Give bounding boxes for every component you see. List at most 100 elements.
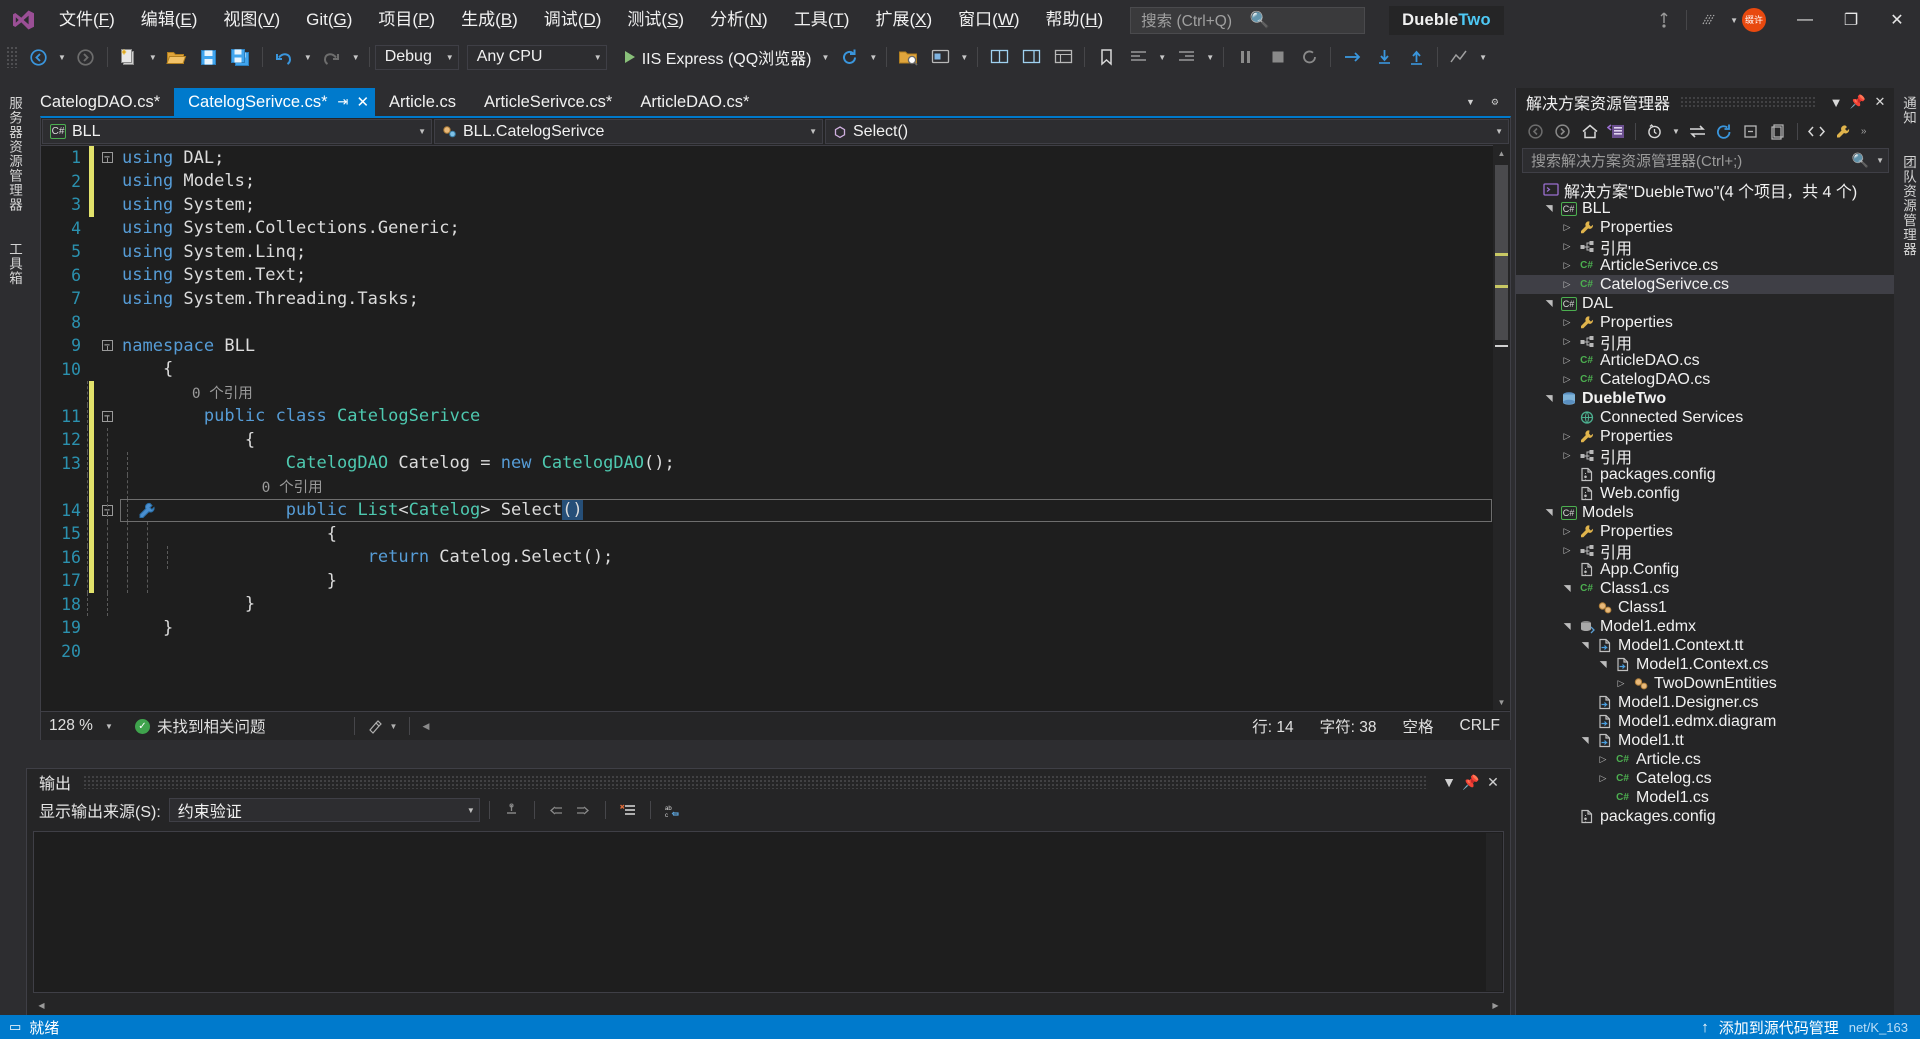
expand-arrow-closed-icon[interactable]: ▷	[1558, 279, 1576, 290]
step-out-icon[interactable]	[1400, 43, 1432, 71]
expand-arrow-open-icon[interactable]: ◢	[1544, 295, 1555, 313]
panel-pin-icon[interactable]: 📌	[1847, 94, 1869, 110]
chevron-down-icon[interactable]: ▼	[1876, 156, 1884, 165]
redo-dropdown-icon[interactable]: ▼	[348, 43, 364, 71]
solution-explorer-search[interactable]: 搜索解决方案资源管理器(Ctrl+;) 🔍 ▼	[1522, 148, 1889, 173]
panel-drag-grip[interactable]	[83, 775, 1426, 789]
menu-item-4[interactable]: 项目(P)	[365, 0, 448, 40]
output-toggle-word-wrap-icon[interactable]: ab c	[660, 798, 686, 822]
sync-icon[interactable]	[1684, 118, 1711, 144]
quick-actions-wrench-icon[interactable]	[138, 502, 155, 519]
user-avatar[interactable]: 缀许	[1742, 8, 1766, 32]
output-horizontal-scrollbar[interactable]: ◀ ▶	[33, 997, 1504, 1013]
code-line[interactable]: 12 {	[41, 428, 1510, 452]
tab-settings-gear-icon[interactable]: ⚙	[1483, 97, 1507, 108]
code-line[interactable]: 7 using System.Threading.Tasks;	[41, 287, 1510, 311]
indent-left-dropdown-icon[interactable]: ▼	[1154, 43, 1170, 71]
solution-tree-item[interactable]: ▷ 引用	[1516, 237, 1895, 258]
code-line[interactable]: 2 using Models;	[41, 169, 1510, 193]
start-debugging-dropdown-icon[interactable]: ▼	[818, 43, 834, 71]
code-line[interactable]: 10 {	[41, 358, 1510, 382]
code-line[interactable]: 5 using System.Linq;	[41, 240, 1510, 264]
panel-drag-grip[interactable]	[1680, 96, 1815, 108]
code-text-area[interactable]: 1−using DAL;2using Models;3using System;…	[41, 146, 1510, 711]
output-source-combo[interactable]: 约束验证 ▼	[168, 798, 480, 822]
code-line[interactable]: 13 CatelogDAO Catelog = new CatelogDAO()…	[41, 451, 1510, 475]
undo-dropdown-icon[interactable]: ▼	[300, 43, 316, 71]
feedback-smiley-icon[interactable]	[1692, 3, 1726, 37]
hot-reload-button[interactable]	[833, 43, 865, 71]
restore-button[interactable]: ❐	[1828, 0, 1874, 40]
menu-item-12[interactable]: 帮助(H)	[1033, 0, 1117, 40]
expand-arrow-closed-icon[interactable]: ▷	[1558, 336, 1576, 347]
code-line[interactable]: 8	[41, 311, 1510, 335]
solution-tree-item[interactable]: ◢ Model1.Context.tt	[1516, 636, 1895, 655]
output-vertical-scrollbar[interactable]	[1486, 833, 1502, 991]
solution-tree-item[interactable]: ◢ C# Class1.cs	[1516, 579, 1895, 598]
properties-icon[interactable]	[1830, 118, 1857, 144]
expand-arrow-closed-icon[interactable]: ▷	[1612, 678, 1630, 689]
output-previous-icon[interactable]	[544, 798, 570, 822]
issues-indicator[interactable]: ✓ 未找到相关问题	[135, 715, 266, 737]
code-metrics-dropdown-icon[interactable]: ▼	[1475, 43, 1491, 71]
split-window-icon[interactable]	[983, 43, 1015, 71]
quick-search-box[interactable]: 搜索 (Ctrl+Q) 🔍	[1130, 6, 1366, 34]
code-line[interactable]: 16 return Catelog.Select();	[41, 545, 1510, 569]
tab-pin-icon[interactable]: ⇥	[338, 94, 349, 110]
expand-arrow-open-icon[interactable]: ◢	[1562, 618, 1573, 636]
toolbar-grip[interactable]	[6, 46, 18, 68]
expand-arrow-closed-icon[interactable]: ▷	[1558, 545, 1576, 556]
indent-mode[interactable]: 空格	[1403, 715, 1434, 737]
panel-close-icon[interactable]: ✕	[1482, 774, 1504, 791]
panel-dropdown-icon[interactable]: ▼	[1825, 95, 1847, 110]
output-next-icon[interactable]	[570, 798, 596, 822]
panel-close-icon[interactable]: ✕	[1869, 94, 1891, 110]
pending-changes-dropdown-icon[interactable]: ▼	[1668, 118, 1684, 144]
expand-arrow-closed-icon[interactable]: ▷	[1558, 222, 1576, 233]
solution-tree-item[interactable]: ▷ Properties	[1516, 218, 1895, 237]
feedback-dropdown-icon[interactable]: ▼	[1726, 6, 1742, 34]
panel-pin-icon[interactable]: 📌	[1460, 774, 1482, 791]
solution-tree-item[interactable]: ▷ Properties	[1516, 522, 1895, 541]
redo-button[interactable]	[316, 43, 348, 71]
solution-tree-item[interactable]: ▷ C# Article.cs	[1516, 750, 1895, 769]
expand-arrow-closed-icon[interactable]: ▷	[1558, 260, 1576, 271]
fold-margin[interactable]: −	[94, 340, 120, 352]
stop-icon[interactable]	[1261, 43, 1293, 71]
pending-changes-icon[interactable]	[1641, 118, 1668, 144]
expand-arrow-closed-icon[interactable]: ▷	[1558, 374, 1576, 385]
solution-tree-item[interactable]: C# Model1.cs	[1516, 788, 1895, 807]
zoom-level-combo[interactable]: 128 % ▼	[41, 713, 113, 739]
add-to-source-control-label[interactable]: 添加到源代码管理	[1719, 1017, 1839, 1038]
solution-tree-item[interactable]: ▷ 引用	[1516, 332, 1895, 353]
indent-left-icon[interactable]	[1122, 43, 1154, 71]
properties-window-icon[interactable]	[1047, 43, 1079, 71]
expand-arrow-open-icon[interactable]: ◢	[1544, 390, 1555, 408]
preview-dropdown-icon[interactable]: ▼	[956, 43, 972, 71]
menu-item-5[interactable]: 生成(B)	[448, 0, 531, 40]
code-line[interactable]: 11 − public class CatelogSerivce	[41, 404, 1510, 428]
code-line[interactable]: 14− public List<Catelog> Select()	[41, 498, 1510, 522]
solution-tree-item[interactable]: Connected Services	[1516, 408, 1895, 427]
code-cleanup-button[interactable]: ▼	[367, 719, 397, 734]
expand-arrow-open-icon[interactable]: ◢	[1544, 200, 1555, 218]
save-button[interactable]	[193, 43, 225, 71]
document-tab-0[interactable]: CatelogDAO.cs*	[26, 88, 174, 116]
new-project-button[interactable]	[113, 43, 145, 71]
code-line[interactable]: 4 using System.Collections.Generic;	[41, 217, 1510, 241]
back-icon[interactable]	[1522, 118, 1549, 144]
solution-tree-item[interactable]: ▷ 引用	[1516, 541, 1895, 562]
expand-arrow-open-icon[interactable]: ◢	[1544, 504, 1555, 522]
preview-window-icon[interactable]	[924, 43, 956, 71]
menu-item-3[interactable]: Git(G)	[293, 0, 365, 40]
indent-right-dropdown-icon[interactable]: ▼	[1202, 43, 1218, 71]
feedback-up-arrow-icon[interactable]	[1647, 3, 1681, 37]
undo-button[interactable]	[268, 43, 300, 71]
navigate-backward-button[interactable]	[22, 43, 54, 71]
expand-arrow-open-icon[interactable]: ◢	[1598, 656, 1609, 674]
bookmark-icon[interactable]	[1090, 43, 1122, 71]
document-tab-3[interactable]: ArticleSerivce.cs*	[470, 88, 626, 116]
solution-tree-item[interactable]: ▷ C# ArticleSerivce.cs	[1516, 256, 1895, 275]
collapse-all-icon[interactable]	[1738, 118, 1765, 144]
code-metrics-icon[interactable]	[1443, 43, 1475, 71]
